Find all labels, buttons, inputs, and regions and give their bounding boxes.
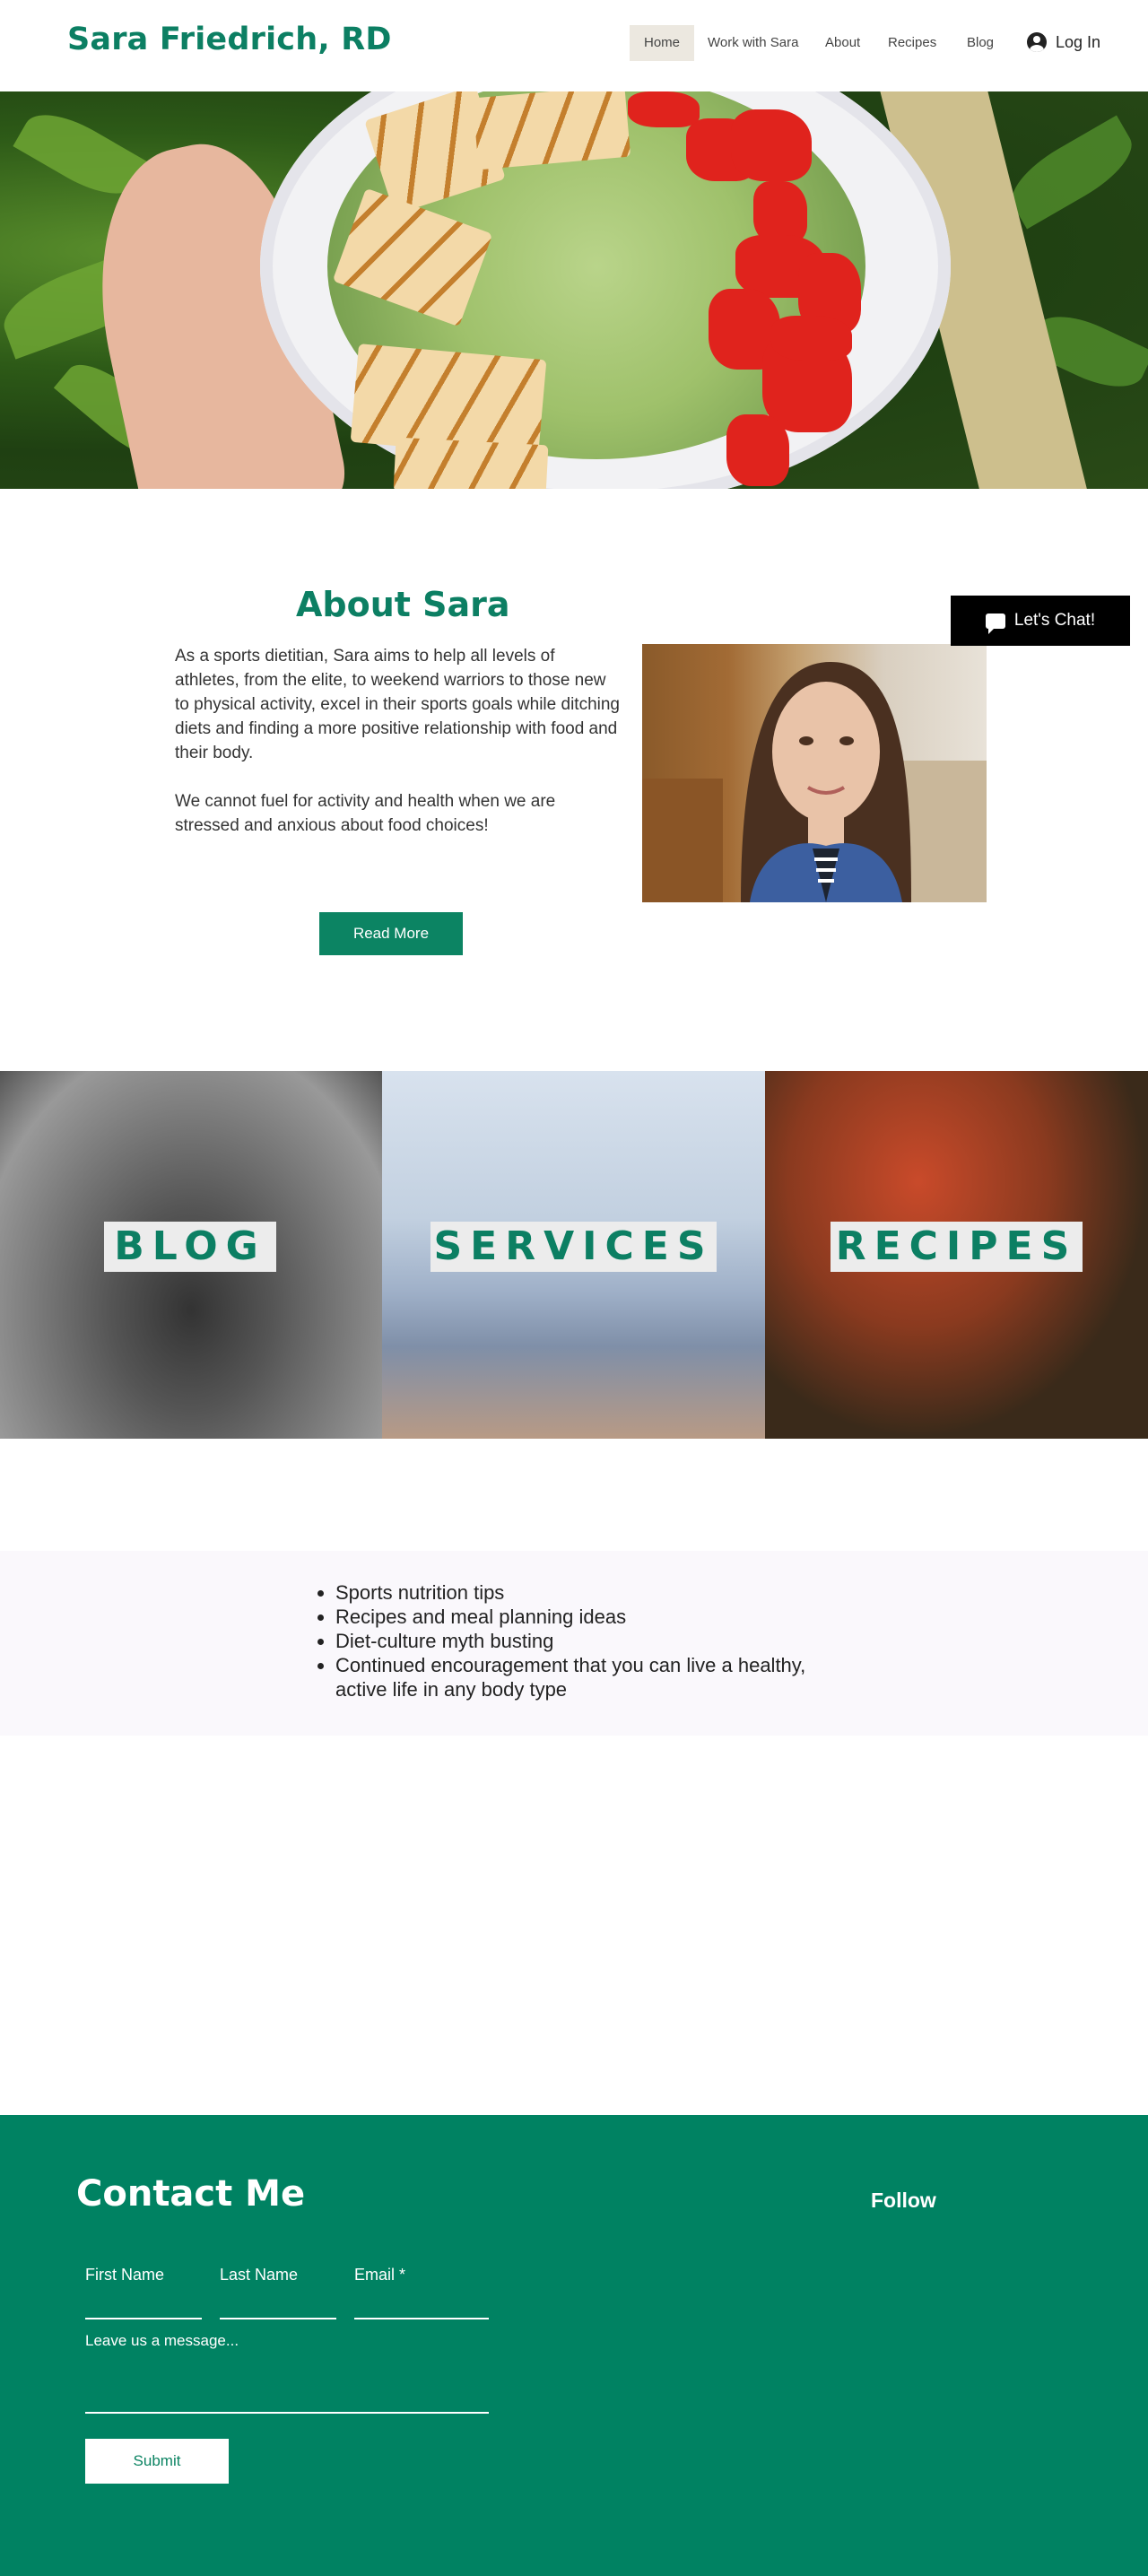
message-field[interactable]: [85, 2412, 489, 2414]
topics-list: Sports nutrition tips Recipes and meal p…: [314, 1580, 856, 1701]
login-label: Log In: [1056, 32, 1101, 51]
chat-button[interactable]: Let's Chat!: [951, 596, 1130, 646]
tile-recipes[interactable]: RECIPES: [765, 1071, 1148, 1439]
submit-button[interactable]: Submit: [85, 2439, 229, 2484]
about-paragraph-1: As a sports dietitian, Sara aims to help…: [175, 647, 620, 762]
nav-blog[interactable]: Blog: [952, 25, 1008, 61]
list-item: Diet-culture myth busting: [335, 1629, 856, 1653]
email-field[interactable]: [354, 2318, 489, 2319]
first-name-field[interactable]: [85, 2318, 202, 2319]
nav-recipes[interactable]: Recipes: [874, 25, 951, 61]
last-name-field[interactable]: [220, 2318, 336, 2319]
list-item: Sports nutrition tips: [335, 1580, 856, 1605]
chat-bubble-icon: [985, 613, 1005, 634]
tile-recipes-label: RECIPES: [831, 1222, 1083, 1272]
nav-about[interactable]: About: [811, 25, 874, 61]
sara-portrait-photo: [642, 644, 987, 902]
hero-image: [0, 91, 1148, 489]
contact-title: Contact Me: [76, 2173, 306, 2215]
list-item: Continued encouragement that you can liv…: [335, 1653, 856, 1701]
about-paragraph-2: We cannot fuel for activity and health w…: [175, 792, 556, 835]
site-title[interactable]: Sara Friedrich, RD: [67, 22, 392, 57]
about-title: About Sara: [296, 585, 510, 624]
tile-services[interactable]: SERVICES: [382, 1071, 765, 1439]
email-label: Email *: [354, 2266, 406, 2284]
read-more-button[interactable]: Read More: [319, 912, 463, 955]
follow-heading: Follow: [871, 2189, 936, 2212]
list-item: Recipes and meal planning ideas: [335, 1605, 856, 1629]
site-header: Sara Friedrich, RD Home Work with Sara A…: [0, 0, 1148, 91]
login-button[interactable]: Log In: [1027, 29, 1100, 56]
tile-blog[interactable]: BLOG: [0, 1071, 382, 1439]
first-name-label: First Name: [85, 2266, 165, 2284]
chat-label: Let's Chat!: [1013, 611, 1096, 630]
nav-work-with-sara[interactable]: Work with Sara: [693, 25, 813, 61]
portrait-illustration: [642, 662, 987, 902]
last-name-label: Last Name: [220, 2266, 299, 2284]
user-avatar-icon: [1027, 32, 1047, 52]
message-label: Leave us a message...: [85, 2332, 239, 2349]
tile-services-label: SERVICES: [430, 1222, 717, 1272]
tile-blog-label: BLOG: [104, 1222, 276, 1272]
nav-home[interactable]: Home: [630, 25, 695, 61]
